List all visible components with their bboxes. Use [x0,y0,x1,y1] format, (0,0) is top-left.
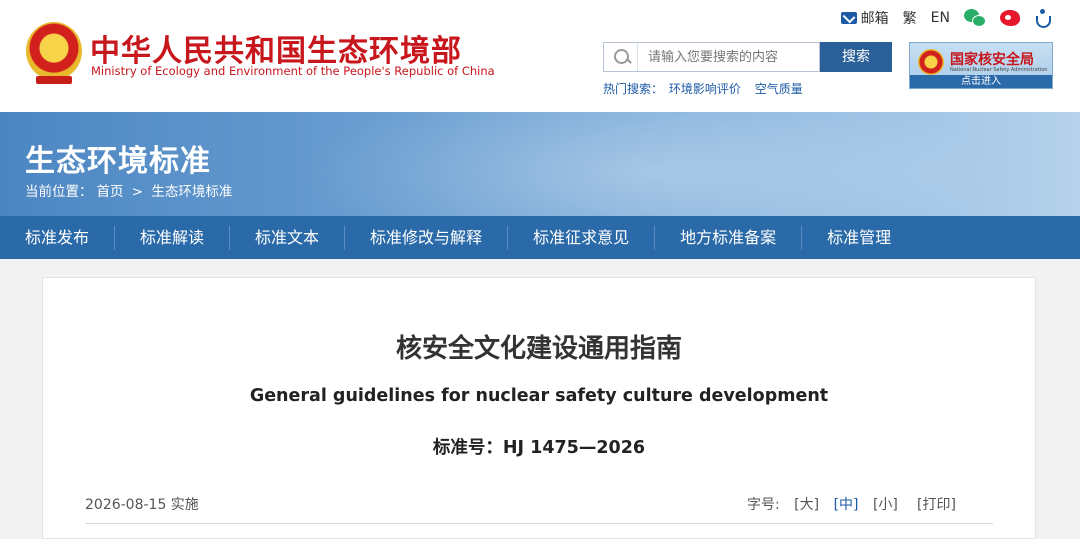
print-button[interactable]: [打印] [917,494,956,514]
nav-item-standard-release[interactable]: 标准发布 [0,225,116,250]
mail-link[interactable]: 邮箱 [840,8,889,28]
nnsa-entry-button[interactable]: 国家核安全局 National Nuclear Safety Administr… [909,42,1053,89]
standard-number: 标准号：HJ 1475—2026 [432,438,646,458]
site-header: 中华人民共和国生态环境部 Ministry of Ecology and Env… [0,0,1080,112]
nav-item-local-standard-filing[interactable]: 地方标准备案 [655,225,803,250]
nav-item-standard-management[interactable]: 标准管理 [802,226,916,250]
national-emblem-icon[interactable] [26,22,82,84]
document-meta-bar: 2026-08-15 实施 字号: [大] [中] [小] [打印] [85,484,993,524]
main-nav: 标准发布 标准解读 标准文本 标准修改与解释 标准征求意见 地方标准备案 标准管… [0,216,1080,259]
hot-search-item[interactable]: 环境影响评价 [669,82,741,96]
weibo-icon[interactable] [1000,10,1020,26]
nnsa-enter-label: 点击进入 [910,75,1052,88]
english-link[interactable]: EN [931,10,950,26]
breadcrumb-label: 当前位置： [25,184,93,200]
hot-search-label: 热门搜索： [603,82,664,96]
font-large-button[interactable]: [大] [794,497,819,513]
search-icon [604,43,638,71]
mail-icon [840,12,857,24]
top-links: 邮箱 繁 EN [840,8,1052,28]
font-medium-button[interactable]: [中] [834,497,859,513]
wechat-icon[interactable] [964,9,986,27]
font-size-label: 字号: [747,497,780,513]
hot-search-item[interactable]: 空气质量 [755,82,803,96]
breadcrumb-current[interactable]: 生态环境标准 [151,184,232,200]
breadcrumb-separator: > [131,184,144,200]
nav-item-standard-consultation[interactable]: 标准征求意见 [508,225,656,250]
section-banner: 生态环境标准 当前位置： 首页 > 生态环境标准 [0,112,1080,216]
search-button[interactable]: 搜索 [820,42,892,72]
document-panel: 核安全文化建设通用指南 General guidelines for nucle… [42,277,1036,539]
nav-item-standard-amendment[interactable]: 标准修改与解释 [345,225,509,250]
hot-search: 热门搜索： 环境影响评价 空气质量 [603,80,813,97]
accessibility-icon[interactable] [1034,9,1052,28]
font-small-button[interactable]: [小] [873,497,898,513]
nnsa-subtitle: National Nuclear Safety Administration [950,67,1048,73]
section-title: 生态环境标准 [25,144,211,179]
search-input[interactable] [638,44,818,70]
site-subtitle: Ministry of Ecology and Environment of t… [91,64,495,78]
effective-date: 2026-08-15 实施 [85,497,199,513]
mail-label: 邮箱 [860,11,889,27]
traditional-chinese-link[interactable]: 繁 [903,8,917,28]
nav-item-standard-text[interactable]: 标准文本 [230,225,346,250]
breadcrumb: 当前位置： 首页 > 生态环境标准 [25,180,236,200]
document-english-title: General guidelines for nuclear safety cu… [249,386,829,406]
nav-item-standard-interpretation[interactable]: 标准解读 [115,225,231,250]
nnsa-title: 国家核安全局 [950,52,1034,68]
search-box [603,42,820,72]
document-title: 核安全文化建设通用指南 [395,334,682,364]
font-size-controls: 字号: [大] [中] [小] [747,494,908,514]
nnsa-emblem-icon [918,49,944,75]
breadcrumb-home[interactable]: 首页 [97,184,124,200]
